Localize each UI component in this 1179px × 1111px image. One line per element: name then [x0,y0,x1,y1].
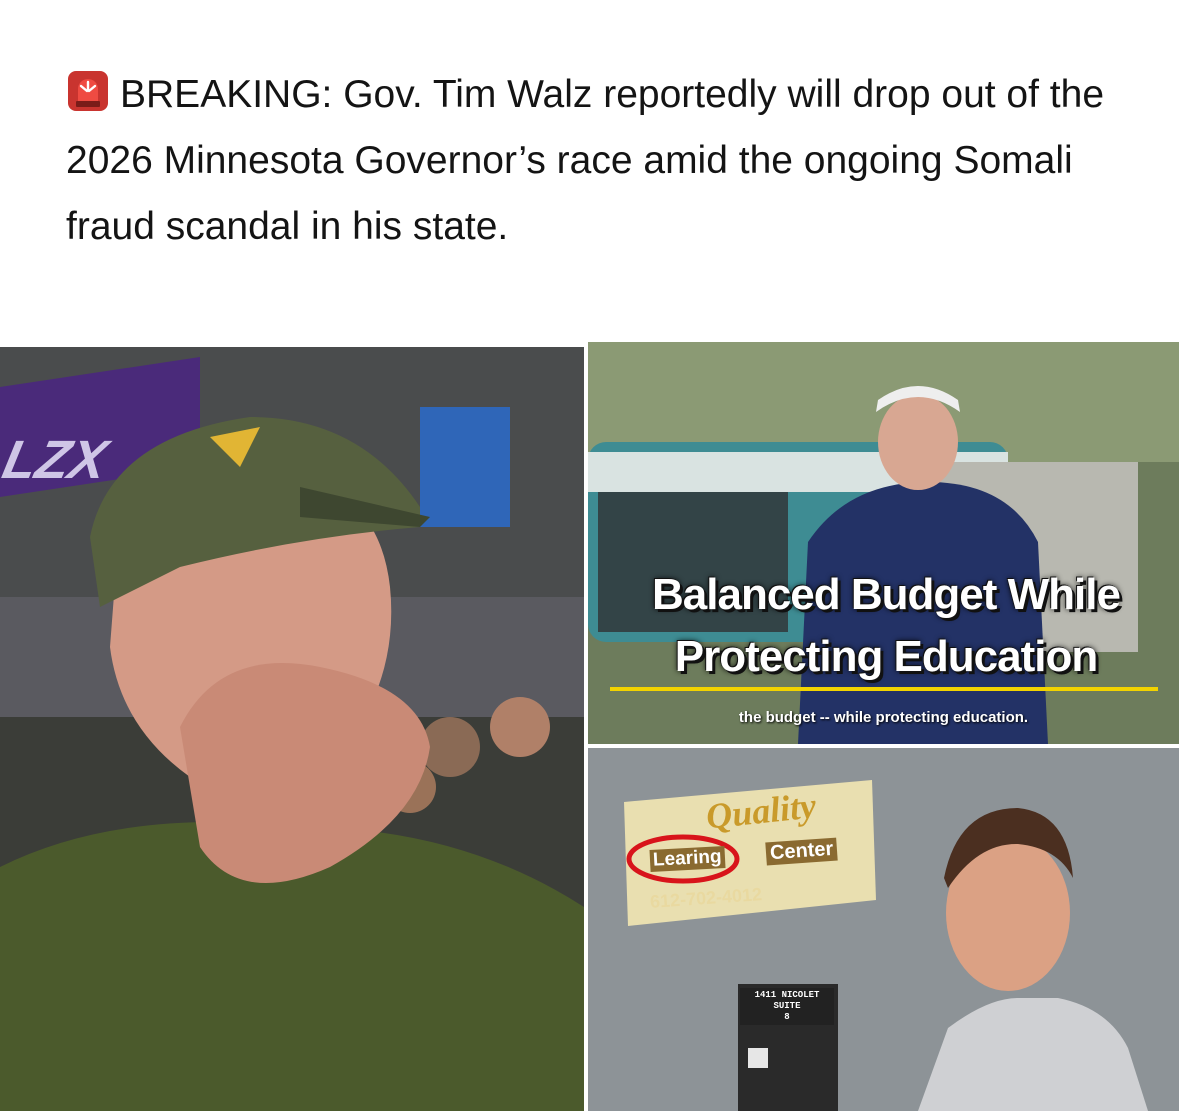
title-underline [610,687,1158,691]
address-plate: 1411 NICOLET SUITE 8 [740,988,834,1025]
address-line3: 8 [784,1012,790,1022]
ad-title-line2: Protecting Education [674,632,1098,681]
photo-ad-balanced-budget: Balanced Budget While Protecting Educati… [588,342,1179,744]
address-line1: 1411 NICOLET [754,990,820,1000]
headline-text: BREAKING: Gov. Tim Walz reportedly will … [66,73,1105,248]
banner-text: LZX [0,430,113,490]
post-headline: BREAKING: Gov. Tim Walz reportedly will … [66,62,1146,260]
address-line2: SUITE [773,1001,801,1011]
sign-learing: Learing [649,846,726,872]
photo-walz-covering-mouth: LZX [0,347,584,1111]
photo-learning-center: Quality Learing Center 612-702-4012 1411… [588,748,1179,1111]
ad-caption: the budget -- while protecting education… [738,709,1029,726]
ad-title-line1: Balanced Budget While [652,570,1121,619]
police-light-icon [66,69,110,113]
